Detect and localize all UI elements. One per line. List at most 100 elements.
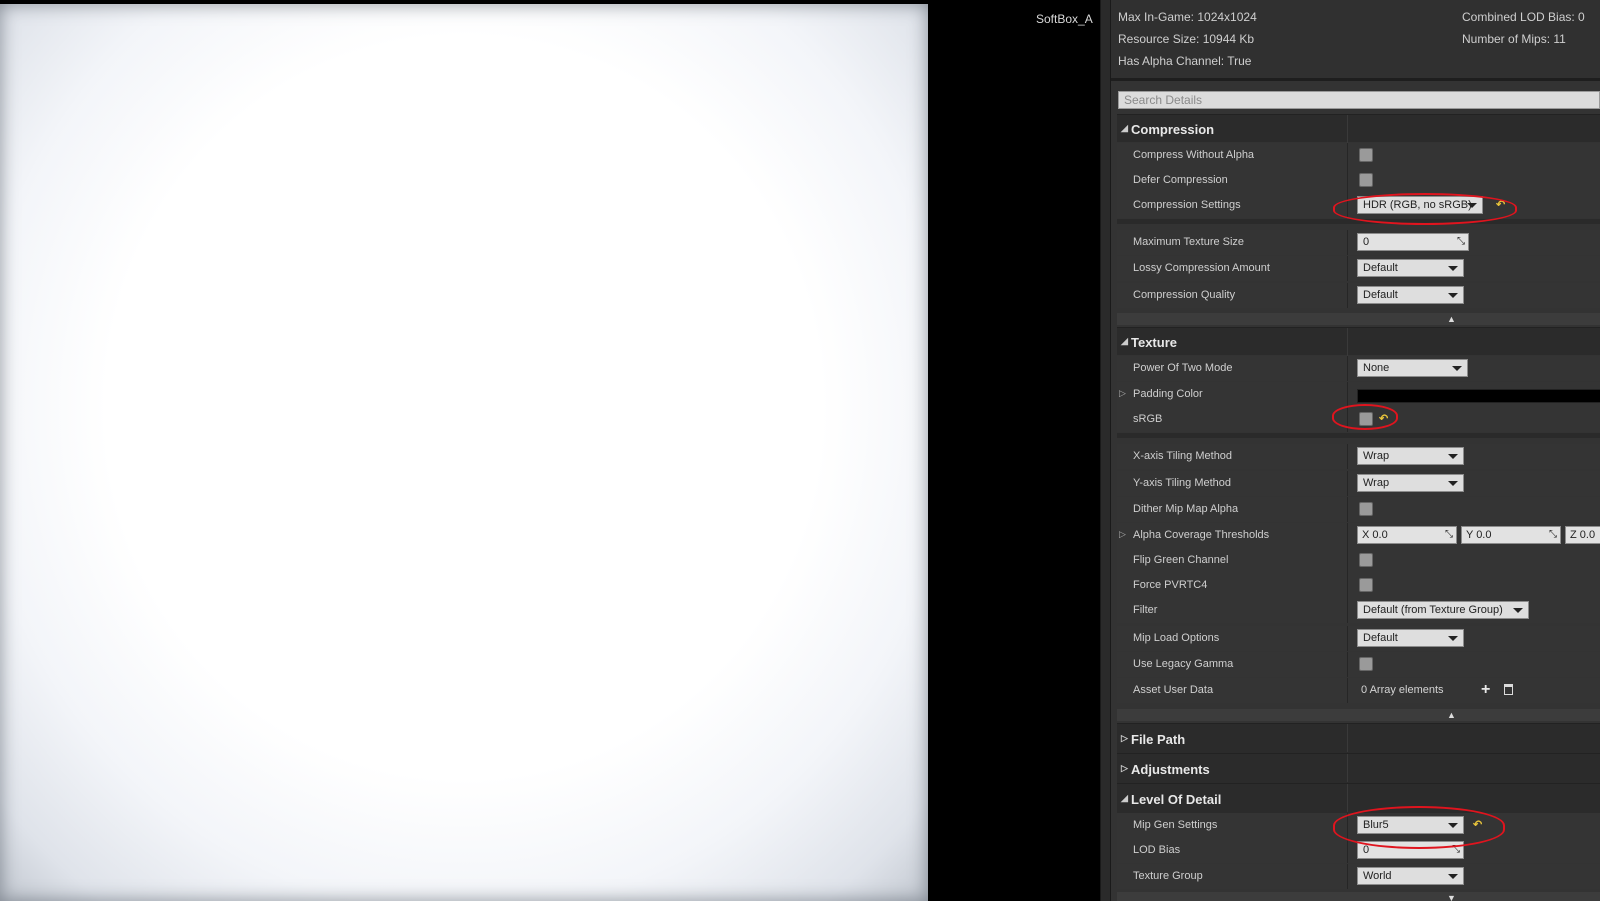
dropdown-value: Default xyxy=(1363,262,1398,274)
chevron-down-icon xyxy=(1448,293,1458,298)
texture-viewport[interactable]: SoftBox_A xyxy=(0,0,1100,901)
property-label: Filter xyxy=(1133,604,1158,616)
collapse-up-icon: ▲ xyxy=(1447,314,1456,324)
trash-icon[interactable] xyxy=(1504,684,1513,695)
force-pvrtc4-checkbox[interactable] xyxy=(1359,578,1373,592)
category-title: File Path xyxy=(1131,732,1186,747)
property-label: LOD Bias xyxy=(1133,844,1181,856)
resize-arrows-icon: ⤡ xyxy=(1445,529,1453,540)
collapse-advanced-button[interactable]: ▲ xyxy=(1117,313,1600,325)
expand-triangle-icon[interactable]: ▷ xyxy=(1119,388,1126,399)
property-label: Padding Color xyxy=(1133,388,1203,400)
property-label: Maximum Texture Size xyxy=(1133,236,1245,248)
row-filter: Filter Default (from Texture Group) xyxy=(1117,598,1600,623)
input-value: Z 0.0 xyxy=(1570,529,1596,541)
number-of-mips-text: Number of Mips: 11 xyxy=(1462,32,1566,46)
array-count-text: 0 Array elements xyxy=(1361,684,1444,696)
compression-settings-dropdown[interactable]: HDR (RGB, no sRGB) xyxy=(1357,196,1483,214)
category-level-of-detail[interactable]: ◢ Level Of Detail xyxy=(1117,783,1600,813)
row-x-tiling: X-axis Tiling Method Wrap xyxy=(1117,444,1600,469)
lod-bias-input[interactable]: 0 ⤡ xyxy=(1357,841,1464,859)
panel-splitter[interactable] xyxy=(1100,0,1111,901)
padding-color-swatch[interactable] xyxy=(1357,389,1600,403)
category-title: Level Of Detail xyxy=(1131,792,1222,807)
dropdown-value: None xyxy=(1363,362,1390,374)
row-flip-green: Flip Green Channel xyxy=(1117,548,1600,573)
expand-triangle-icon[interactable]: ▷ xyxy=(1119,529,1126,540)
dropdown-value: Blur5 xyxy=(1363,819,1389,831)
row-lossy-compression: Lossy Compression Amount Default xyxy=(1117,256,1600,281)
category-compression[interactable]: ◢ Compression xyxy=(1117,114,1600,143)
mip-load-options-dropdown[interactable]: Default xyxy=(1357,629,1464,647)
texture-group-dropdown[interactable]: World xyxy=(1357,867,1464,885)
texture-preview[interactable] xyxy=(0,4,928,901)
row-texture-group: Texture Group World xyxy=(1117,864,1600,889)
x-tiling-dropdown[interactable]: Wrap xyxy=(1357,447,1464,465)
lossy-compression-dropdown[interactable]: Default xyxy=(1357,259,1464,277)
property-label: sRGB xyxy=(1133,413,1163,425)
property-label: Flip Green Channel xyxy=(1133,554,1229,566)
alpha-coverage-z-input[interactable]: Z 0.0 xyxy=(1565,526,1600,544)
property-label: Alpha Coverage Thresholds xyxy=(1133,529,1270,541)
dropdown-value: Default xyxy=(1363,289,1398,301)
collapse-down-icon: ▼ xyxy=(1447,893,1456,901)
row-dither-mip-alpha: Dither Mip Map Alpha xyxy=(1117,497,1600,522)
property-label: Dither Mip Map Alpha xyxy=(1133,503,1239,515)
collapse-advanced-button[interactable]: ▲ xyxy=(1117,709,1600,721)
property-label: Asset User Data xyxy=(1133,684,1214,696)
dropdown-value: Wrap xyxy=(1363,477,1390,489)
defer-compression-checkbox[interactable] xyxy=(1359,173,1373,187)
chevron-down-icon xyxy=(1448,874,1458,879)
collapse-triangle-icon: ◢ xyxy=(1121,793,1128,803)
dither-mip-alpha-checkbox[interactable] xyxy=(1359,502,1373,516)
row-compression-settings: Compression Settings HDR (RGB, no sRGB) … xyxy=(1117,193,1600,218)
row-lod-bias: LOD Bias 0 ⤡ xyxy=(1117,838,1600,863)
resource-size-text: Resource Size: 10944 Kb xyxy=(1118,32,1255,46)
collapse-triangle-icon: ◢ xyxy=(1121,336,1128,346)
legacy-gamma-checkbox[interactable] xyxy=(1359,657,1373,671)
flip-green-checkbox[interactable] xyxy=(1359,553,1373,567)
category-adjustments[interactable]: ▷ Adjustments xyxy=(1117,753,1600,783)
chevron-down-icon xyxy=(1448,823,1458,828)
alpha-coverage-y-input[interactable]: Y 0.0 ⤡ xyxy=(1461,526,1561,544)
combined-lod-bias-text: Combined LOD Bias: 0 xyxy=(1462,10,1585,24)
add-element-icon[interactable]: + xyxy=(1481,681,1490,699)
filter-dropdown[interactable]: Default (from Texture Group) xyxy=(1357,601,1529,619)
collapse-advanced-button[interactable]: ▼ xyxy=(1117,892,1600,901)
category-file-path[interactable]: ▷ File Path xyxy=(1117,723,1600,753)
row-srgb: sRGB ↶ xyxy=(1117,407,1600,432)
row-y-tiling: Y-axis Tiling Method Wrap xyxy=(1117,471,1600,496)
texture-name-label: SoftBox_A xyxy=(1036,12,1093,26)
details-panel: Max In-Game: 1024x1024 Resource Size: 10… xyxy=(1111,0,1600,901)
row-mip-load-options: Mip Load Options Default xyxy=(1117,626,1600,651)
input-value: X 0.0 xyxy=(1362,529,1388,541)
chevron-down-icon xyxy=(1513,608,1523,613)
compress-without-alpha-checkbox[interactable] xyxy=(1359,148,1373,162)
max-texture-size-input[interactable]: 0 ⤡ xyxy=(1357,233,1469,251)
reset-to-default-icon[interactable]: ↶ xyxy=(1473,818,1482,831)
row-asset-user-data: Asset User Data 0 Array elements + xyxy=(1117,678,1600,703)
collapse-triangle-icon: ◢ xyxy=(1121,123,1128,133)
collapse-up-icon: ▲ xyxy=(1447,710,1456,720)
input-value: 0 xyxy=(1363,236,1370,248)
category-texture[interactable]: ◢ Texture xyxy=(1117,327,1600,356)
chevron-down-icon xyxy=(1448,454,1458,459)
property-label: Mip Load Options xyxy=(1133,632,1220,644)
chevron-down-icon xyxy=(1448,481,1458,486)
property-label: Use Legacy Gamma xyxy=(1133,658,1234,670)
alpha-coverage-x-input[interactable]: X 0.0 ⤡ xyxy=(1357,526,1457,544)
property-label: Texture Group xyxy=(1133,870,1203,882)
property-label: Defer Compression xyxy=(1133,174,1228,186)
power-of-two-dropdown[interactable]: None xyxy=(1357,359,1468,377)
reset-to-default-icon[interactable]: ↶ xyxy=(1496,198,1505,211)
max-in-game-text: Max In-Game: 1024x1024 xyxy=(1118,10,1257,24)
has-alpha-text: Has Alpha Channel: True xyxy=(1118,54,1252,68)
reset-to-default-icon[interactable]: ↶ xyxy=(1379,412,1388,425)
mip-gen-settings-dropdown[interactable]: Blur5 xyxy=(1357,816,1464,834)
srgb-checkbox[interactable] xyxy=(1359,412,1373,426)
row-max-texture-size: Maximum Texture Size 0 ⤡ xyxy=(1117,230,1600,255)
property-label: X-axis Tiling Method xyxy=(1133,450,1233,462)
compression-quality-dropdown[interactable]: Default xyxy=(1357,286,1464,304)
y-tiling-dropdown[interactable]: Wrap xyxy=(1357,474,1464,492)
search-details-input[interactable]: Search Details xyxy=(1118,91,1600,109)
